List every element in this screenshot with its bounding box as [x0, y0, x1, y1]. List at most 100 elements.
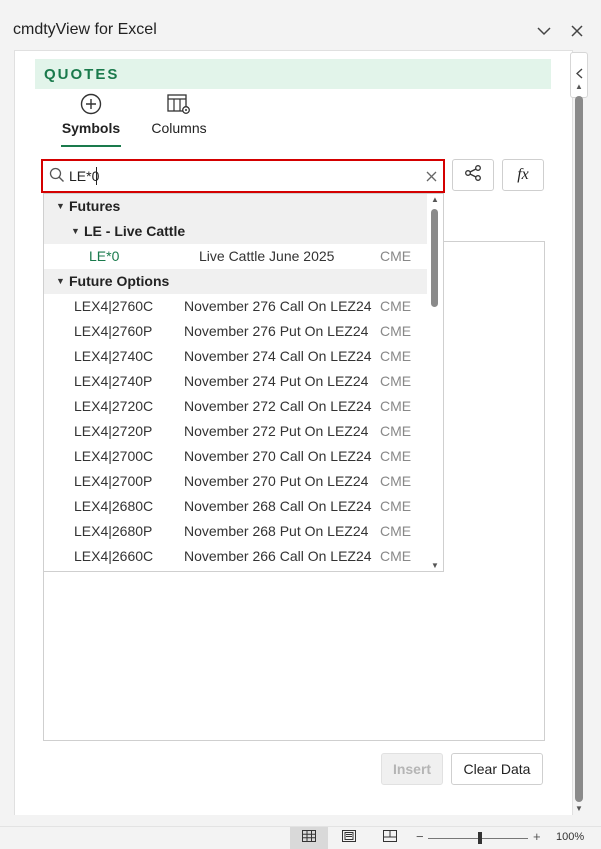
exchange-cell: CME [380, 373, 412, 389]
caret-down-icon: ▼ [71, 226, 80, 236]
symbol-search-input[interactable]: LE*0 [41, 159, 445, 193]
tab-symbols-label: Symbols [61, 120, 121, 136]
zoom-out-button[interactable]: − [416, 829, 424, 844]
search-icon [49, 167, 65, 188]
share-icon [464, 164, 482, 186]
symbol-cell: LEX4|2680P [74, 523, 153, 539]
clear-data-button[interactable]: Clear Data [451, 753, 543, 785]
symbol-cell: LEX4|2760C [74, 298, 154, 314]
share-button[interactable] [452, 159, 494, 191]
grid-icon [302, 829, 316, 847]
group-label: Futures [69, 198, 121, 214]
group-futures[interactable]: ▼ Futures [44, 194, 427, 219]
zoom-in-button[interactable]: + [533, 829, 541, 844]
symbol-cell: LEX4|2740C [74, 348, 154, 364]
scroll-thumb[interactable] [431, 209, 438, 307]
scroll-down-icon[interactable]: ▼ [431, 561, 439, 570]
exchange-cell: CME [380, 523, 412, 539]
list-item[interactable]: LEX4|2680P November 268 Put On LEZ24 CME [44, 519, 427, 544]
description-cell: November 270 Put On LEZ24 [184, 473, 369, 489]
scroll-up-icon[interactable]: ▲ [575, 82, 583, 91]
symbol-cell: LEX4|2680C [74, 498, 154, 514]
dropdown-scrollbar[interactable]: ▲ ▼ [427, 194, 443, 571]
list-item[interactable]: LEX4|2680C November 268 Call On LEZ24 CME [44, 494, 427, 519]
description-cell: November 272 Call On LEZ24 [184, 398, 372, 414]
caret-down-icon: ▼ [56, 276, 65, 286]
pane-title: cmdtyView for Excel [13, 21, 157, 38]
section-label: QUOTES [44, 66, 120, 83]
exchange-cell: CME [380, 323, 412, 339]
list-item[interactable]: LEX4|2700P November 270 Put On LEZ24 CME [44, 469, 427, 494]
list-item[interactable]: LEX4|2760P November 276 Put On LEZ24 CME [44, 319, 427, 344]
fx-icon: fx [517, 166, 529, 183]
description-cell: Live Cattle June 2025 [199, 248, 335, 264]
group-future-options[interactable]: ▼ Future Options [44, 269, 427, 294]
quotes-panel: QUOTES Symbols Columns LE*0 fx ▼ Futures… [14, 50, 573, 815]
exchange-cell: CME [380, 448, 412, 464]
pane-scroll-thumb[interactable] [575, 96, 583, 802]
pane-scrollbar[interactable]: ▲ ▼ [572, 60, 586, 814]
subgroup-live-cattle[interactable]: ▼ LE - Live Cattle [44, 219, 427, 244]
clear-search-icon[interactable] [426, 169, 437, 187]
exchange-cell: CME [380, 348, 412, 364]
subgroup-label: LE - Live Cattle [84, 223, 186, 239]
section-header: QUOTES [35, 59, 551, 89]
symbol-cell: LEX4|2740P [74, 373, 153, 389]
task-pane: cmdtyView for Excel QUOTES Symbols Colum… [0, 0, 601, 826]
function-button[interactable]: fx [502, 159, 544, 191]
symbol-cell: LEX4|2760P [74, 323, 153, 339]
exchange-cell: CME [380, 498, 412, 514]
zoom-level[interactable]: 100% [556, 831, 584, 843]
search-suggestions: ▼ Futures ▼ LE - Live Cattle LE*0 Live C… [43, 193, 444, 572]
list-item[interactable]: LEX4|2740P November 274 Put On LEZ24 CME [44, 369, 427, 394]
list-item[interactable]: LEX4|2700C November 270 Call On LEZ24 CME [44, 444, 427, 469]
exchange-cell: CME [380, 248, 412, 264]
exchange-cell: CME [380, 548, 412, 564]
close-icon[interactable] [567, 20, 587, 42]
description-cell: November 274 Call On LEZ24 [184, 348, 372, 364]
description-cell: November 272 Put On LEZ24 [184, 423, 369, 439]
exchange-cell: CME [380, 398, 412, 414]
exchange-cell: CME [380, 298, 412, 314]
symbol-cell: LE*0 [89, 248, 120, 264]
tab-symbols[interactable]: Symbols [61, 93, 121, 136]
description-cell: November 268 Call On LEZ24 [184, 498, 372, 514]
normal-view-button[interactable] [290, 827, 328, 849]
description-cell: November 276 Call On LEZ24 [184, 298, 372, 314]
exchange-cell: CME [380, 423, 412, 439]
tab-columns[interactable]: Columns [149, 93, 209, 136]
list-item[interactable]: LEX4|2760C November 276 Call On LEZ24 CME [44, 294, 427, 319]
list-item[interactable]: LEX4|2740C November 274 Call On LEZ24 CME [44, 344, 427, 369]
list-item[interactable]: LEX4|2720P November 272 Put On LEZ24 CME [44, 419, 427, 444]
description-cell: November 268 Put On LEZ24 [184, 523, 369, 539]
list-item-selected[interactable]: LE*0 Live Cattle June 2025 CME [44, 244, 427, 269]
symbol-cell: LEX4|2720C [74, 398, 154, 414]
list-item[interactable]: LEX4|2660C November 266 Call On LEZ24 CME [44, 544, 427, 569]
zoom-slider-thumb[interactable] [478, 832, 482, 844]
scroll-down-icon[interactable]: ▼ [575, 804, 583, 813]
active-tab-indicator [61, 145, 121, 147]
symbol-cell: LEX4|2700P [74, 473, 153, 489]
symbol-cell: LEX4|2700C [74, 448, 154, 464]
page-layout-button[interactable] [330, 827, 368, 849]
tab-columns-label: Columns [151, 120, 207, 136]
plus-circle-icon [61, 93, 121, 118]
chevron-down-icon[interactable] [534, 20, 554, 42]
description-cell: November 274 Put On LEZ24 [184, 373, 369, 389]
page-break-icon [383, 829, 397, 847]
search-text: LE*0 [69, 168, 100, 184]
page-break-button[interactable] [371, 827, 409, 849]
symbol-cell: LEX4|2720P [74, 423, 153, 439]
text-caret [96, 167, 97, 185]
page-layout-icon [342, 829, 356, 847]
group-label: Future Options [69, 273, 170, 289]
description-cell: November 276 Put On LEZ24 [184, 323, 369, 339]
scroll-up-icon[interactable]: ▲ [431, 195, 439, 204]
table-settings-icon [149, 93, 209, 118]
symbol-cell: LEX4|2660C [74, 548, 154, 564]
list-item[interactable]: LEX4|2720C November 272 Call On LEZ24 CME [44, 394, 427, 419]
insert-button[interactable]: Insert [381, 753, 443, 785]
description-cell: November 270 Call On LEZ24 [184, 448, 372, 464]
description-cell: November 266 Call On LEZ24 [184, 548, 372, 564]
status-bar: − + 100% [0, 826, 601, 849]
